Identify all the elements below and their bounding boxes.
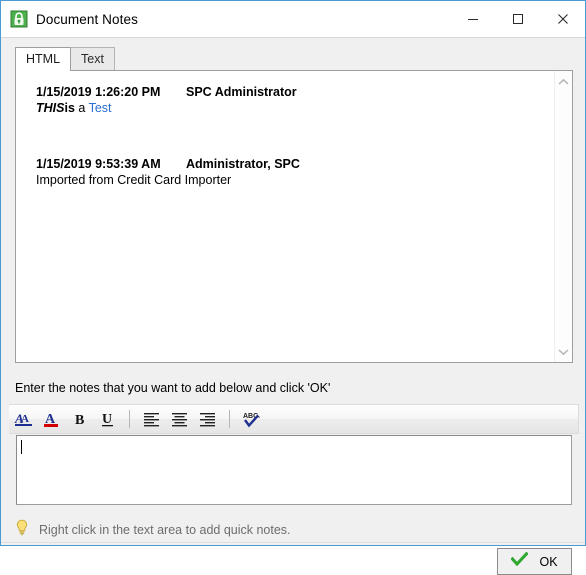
align-left-icon — [144, 413, 159, 427]
font-color-icon: A A — [14, 411, 32, 426]
title-bar: Document Notes — [1, 1, 585, 38]
green-lock-document-icon — [10, 10, 28, 28]
note-run-normal: Imported from Credit Card Importer — [36, 173, 232, 187]
ok-label: OK — [539, 554, 558, 569]
highlight-color-button[interactable]: A — [39, 406, 65, 432]
green-check-icon — [510, 551, 530, 571]
note-run-normal: a — [74, 101, 89, 115]
bold-icon: B — [75, 413, 84, 428]
notes-vertical-scrollbar[interactable] — [554, 71, 572, 362]
tab-strip: HTML Text — [15, 47, 571, 71]
note-date: 1/15/2019 9:53:39 AM — [36, 157, 161, 171]
chevron-down-icon — [558, 348, 569, 355]
format-toolbar: A A A B U ABC — [9, 404, 579, 434]
chevron-up-icon — [558, 78, 569, 85]
note-header: 1/15/2019 1:26:20 PM SPC Administrator — [36, 85, 542, 99]
align-right-button[interactable] — [195, 406, 221, 432]
instruction-label: Enter the notes that you want to add bel… — [15, 381, 331, 395]
align-left-button[interactable] — [139, 406, 165, 432]
align-right-icon — [200, 413, 215, 427]
bold-button[interactable]: B — [67, 406, 93, 432]
notes-history-panel: 1/15/2019 1:26:20 PM SPC Administrator TH… — [15, 70, 573, 363]
window-controls — [450, 1, 585, 37]
note-entry: 1/15/2019 1:26:20 PM SPC Administrator TH… — [36, 85, 542, 115]
note-run-link[interactable]: Test — [89, 101, 112, 115]
maximize-button[interactable] — [495, 1, 540, 36]
note-body: Imported from Credit Card Importer — [36, 173, 542, 187]
note-date: 1/15/2019 1:26:20 PM — [36, 85, 161, 99]
scroll-up-button[interactable] — [555, 73, 572, 90]
tab-text[interactable]: Text — [70, 47, 115, 70]
maximize-icon — [512, 13, 523, 24]
tab-html[interactable]: HTML — [15, 47, 72, 71]
svg-text:U: U — [102, 412, 112, 427]
hint-label: Right click in the text area to add quic… — [39, 523, 291, 537]
font-color-button[interactable]: A A — [11, 406, 37, 432]
scroll-down-button[interactable] — [555, 343, 572, 360]
note-header: 1/15/2019 9:53:39 AM Administrator, SPC — [36, 157, 542, 171]
spell-check-icon: ABC — [243, 413, 260, 428]
text-caret — [21, 440, 22, 454]
quick-notes-hint: Right click in the text area to add quic… — [15, 519, 291, 541]
spell-check-button[interactable]: ABC — [239, 406, 265, 432]
note-run-bold-italic: THIS — [36, 101, 65, 115]
close-icon — [557, 13, 568, 24]
svg-text:B: B — [75, 413, 84, 428]
notes-input-textarea[interactable] — [16, 435, 572, 505]
underline-icon: U — [102, 412, 113, 427]
ok-button[interactable]: OK — [497, 548, 572, 575]
minimize-button[interactable] — [450, 1, 495, 36]
separator-1 — [129, 410, 130, 428]
client-area: HTML Text 1/15/2019 1:26:20 PM SPC Admini… — [1, 38, 585, 575]
svg-text:A: A — [21, 413, 29, 425]
window-title: Document Notes — [36, 11, 138, 27]
underline-button[interactable]: U — [95, 406, 121, 432]
note-entry: 1/15/2019 9:53:39 AM Administrator, SPC I… — [36, 157, 542, 187]
close-button[interactable] — [540, 1, 585, 36]
highlight-color-icon: A — [44, 412, 58, 427]
separator-2 — [229, 410, 230, 428]
note-body: THISis a Test — [36, 101, 542, 115]
note-author: SPC Administrator — [186, 85, 297, 99]
minimize-icon — [467, 18, 478, 20]
document-notes-window: Document Notes HTML Text 1/15/2019 1:26:… — [0, 0, 586, 575]
notes-list[interactable]: 1/15/2019 1:26:20 PM SPC Administrator TH… — [16, 71, 554, 362]
align-center-icon — [172, 413, 187, 427]
align-center-button[interactable] — [167, 406, 193, 432]
note-author: Administrator, SPC — [186, 157, 300, 171]
note-run-bold: is — [64, 101, 75, 115]
lightbulb-icon — [15, 519, 29, 541]
footer-bar: OK — [1, 543, 585, 575]
